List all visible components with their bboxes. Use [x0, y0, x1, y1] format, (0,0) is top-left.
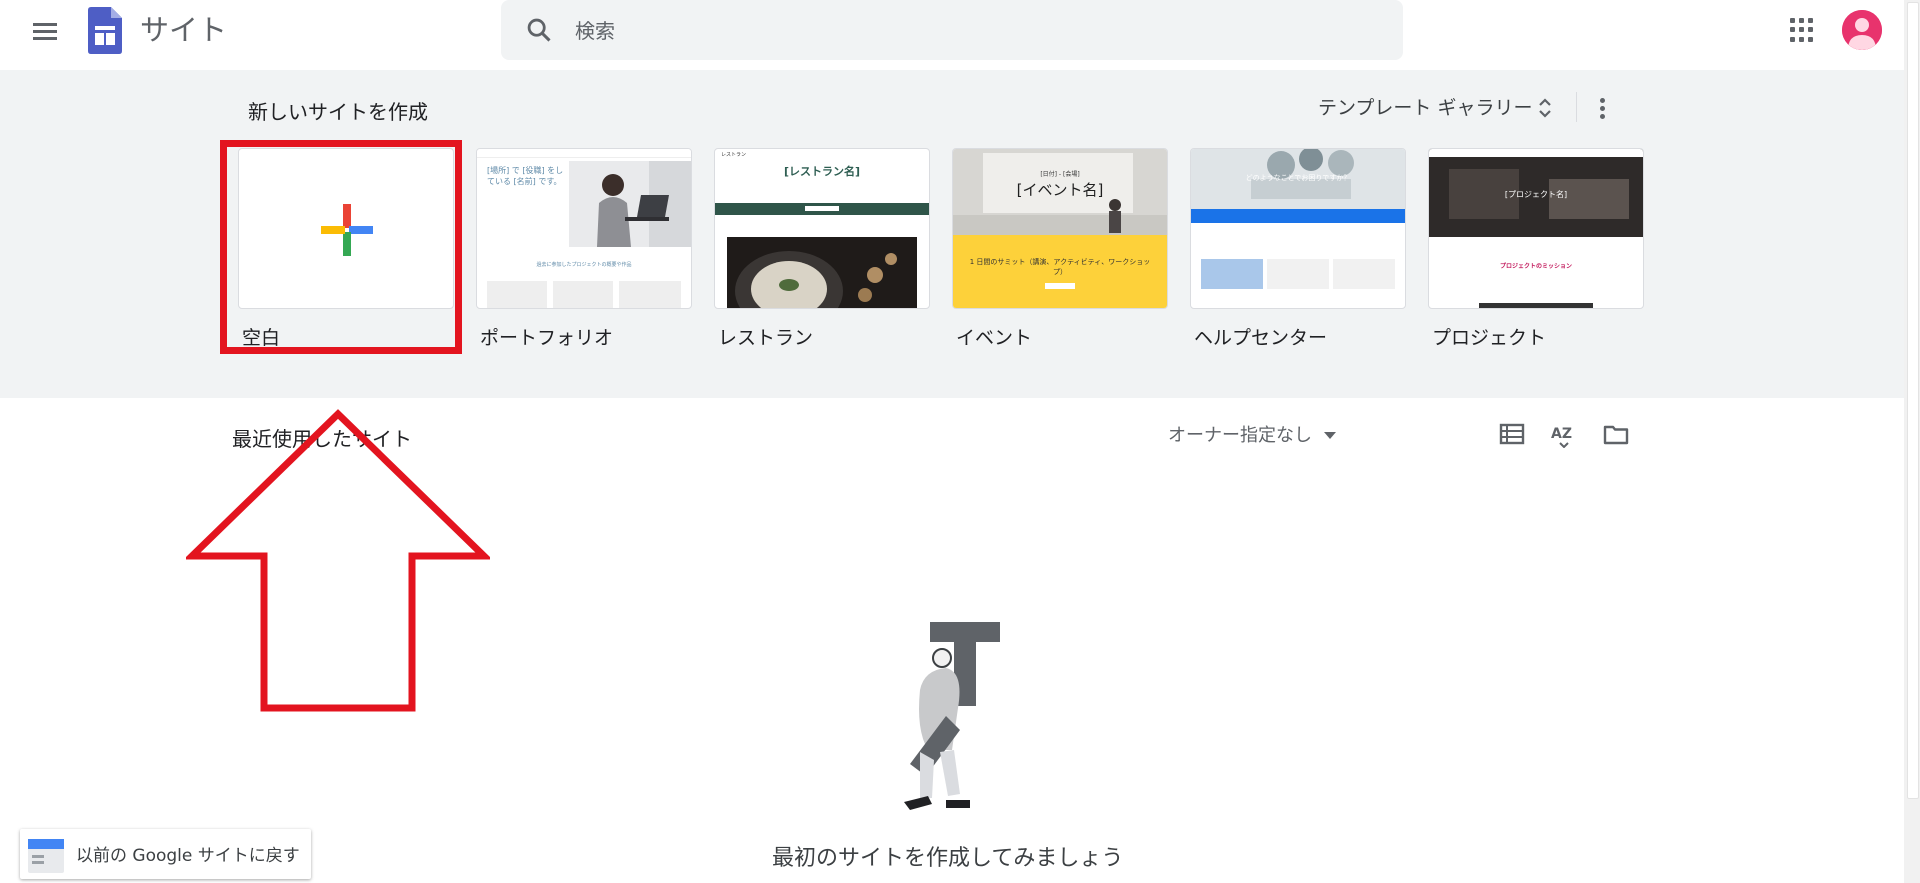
dropdown-arrow-icon: [1323, 432, 1336, 439]
thumb-text: 過去に参加したプロジェクトの概要や作品: [536, 262, 632, 268]
vertical-scrollbar[interactable]: [1904, 0, 1920, 883]
search-bar[interactable]: [501, 0, 1403, 60]
apps-grid-icon[interactable]: [1790, 18, 1814, 42]
classic-sites-label: 以前の Google サイトに戻す: [76, 846, 300, 866]
search-input[interactable]: [573, 12, 1357, 50]
template-help-center[interactable]: どのようなことでお困りですか？ ヘルプセンター: [1190, 148, 1406, 350]
annotation-highlight-box: [220, 140, 462, 354]
template-thumbnail[interactable]: [場所] で [役職] をしている [名前] です。 過去に参加したプロジェクト…: [476, 148, 692, 309]
thumb-heading: [場所] で [役職] をしている [名前] です。: [487, 166, 564, 186]
google-sites-logo-icon[interactable]: [88, 7, 122, 54]
thumb-card: [1333, 259, 1395, 289]
account-avatar[interactable]: [1842, 10, 1882, 50]
classic-sites-icon: [28, 839, 64, 873]
person-laptop-image: [569, 161, 691, 247]
thumb-block: [487, 281, 547, 308]
app-header: サイト: [0, 0, 1904, 70]
thumb-button: [1045, 283, 1075, 289]
empty-state-illustration: [904, 622, 1000, 810]
thumb-text: プロジェクトのミッション: [1499, 263, 1572, 270]
main-menu-button[interactable]: [30, 19, 60, 49]
folder-icon[interactable]: [1602, 420, 1630, 448]
list-view-icon[interactable]: [1498, 420, 1526, 448]
thumb-block: [553, 281, 613, 308]
more-vert-icon[interactable]: [1600, 98, 1606, 122]
unfold-more-icon[interactable]: [1536, 94, 1554, 122]
template-portfolio[interactable]: [場所] で [役職] をしている [名前] です。 過去に参加したプロジェクト…: [476, 148, 692, 350]
thumb-brand: レストラン: [721, 152, 747, 158]
thumb-card: [1267, 259, 1329, 289]
thumb-block: [619, 281, 681, 308]
thumb-heading: [イベント名]: [1016, 181, 1104, 199]
sort-az-icon[interactable]: AZ: [1550, 420, 1578, 448]
new-site-heading: 新しいサイトを作成: [248, 100, 428, 124]
owner-filter-label: オーナー指定なし: [1168, 425, 1312, 446]
template-thumbnail[interactable]: [日付] - [会場] [イベント名] 1 日間のサミット（講演、アクティビティ…: [952, 148, 1168, 309]
annotation-up-arrow: [186, 409, 490, 712]
template-gallery-button[interactable]: テンプレート ギャラリー: [1318, 93, 1532, 120]
template-thumbnail[interactable]: [プロジェクト名] プロジェクトのミッション: [1428, 148, 1644, 309]
template-label: イベント: [956, 327, 1033, 349]
thumb-navbar: [477, 149, 691, 158]
template-thumbnail[interactable]: どのようなことでお困りですか？: [1190, 148, 1406, 309]
template-project[interactable]: [プロジェクト名] プロジェクトのミッション プロジェクト: [1428, 148, 1644, 350]
scrollbar-thumb[interactable]: [1907, 2, 1919, 799]
template-restaurant[interactable]: レストラン [レストラン名] レストラン: [714, 148, 930, 350]
menu-icon-line: [33, 23, 57, 26]
svg-text:AZ: AZ: [1551, 426, 1572, 442]
template-event[interactable]: [日付] - [会場] [イベント名] 1 日間のサミット（講演、アクティビティ…: [952, 148, 1168, 350]
thumb-text: 1 日間のサミット（講演、アクティビティ、ワークショップ）: [969, 258, 1151, 276]
classic-sites-link[interactable]: 以前の Google サイトに戻す: [20, 829, 311, 879]
thumb-heading: [レストラン名]: [783, 165, 861, 178]
template-label: ポートフォリオ: [480, 327, 614, 349]
thumb-date: [日付] - [会場]: [1040, 171, 1080, 178]
app-title[interactable]: サイト: [140, 10, 227, 50]
template-thumbnail[interactable]: レストラン [レストラン名]: [714, 148, 930, 309]
template-label: ヘルプセンター: [1194, 327, 1328, 349]
toolbar-divider: [1576, 92, 1577, 122]
food-image: [727, 237, 917, 308]
menu-icon-line: [33, 37, 57, 40]
template-label: プロジェクト: [1432, 327, 1547, 349]
thumb-heading: どのようなことでお困りですか？: [1245, 174, 1351, 182]
empty-state-message: 最初のサイトを作成してみましょう: [772, 846, 1124, 871]
thumb-button: [805, 206, 839, 211]
thumb-heading: [プロジェクト名]: [1504, 190, 1568, 199]
thumb-card: [1201, 259, 1263, 289]
thumb-blue-band: [1191, 209, 1405, 223]
template-label: レストラン: [718, 327, 814, 349]
owner-filter-dropdown[interactable]: オーナー指定なし: [1168, 421, 1336, 447]
menu-icon-line: [33, 30, 57, 33]
thumb-strip: [1479, 303, 1593, 308]
search-icon[interactable]: [525, 16, 553, 44]
